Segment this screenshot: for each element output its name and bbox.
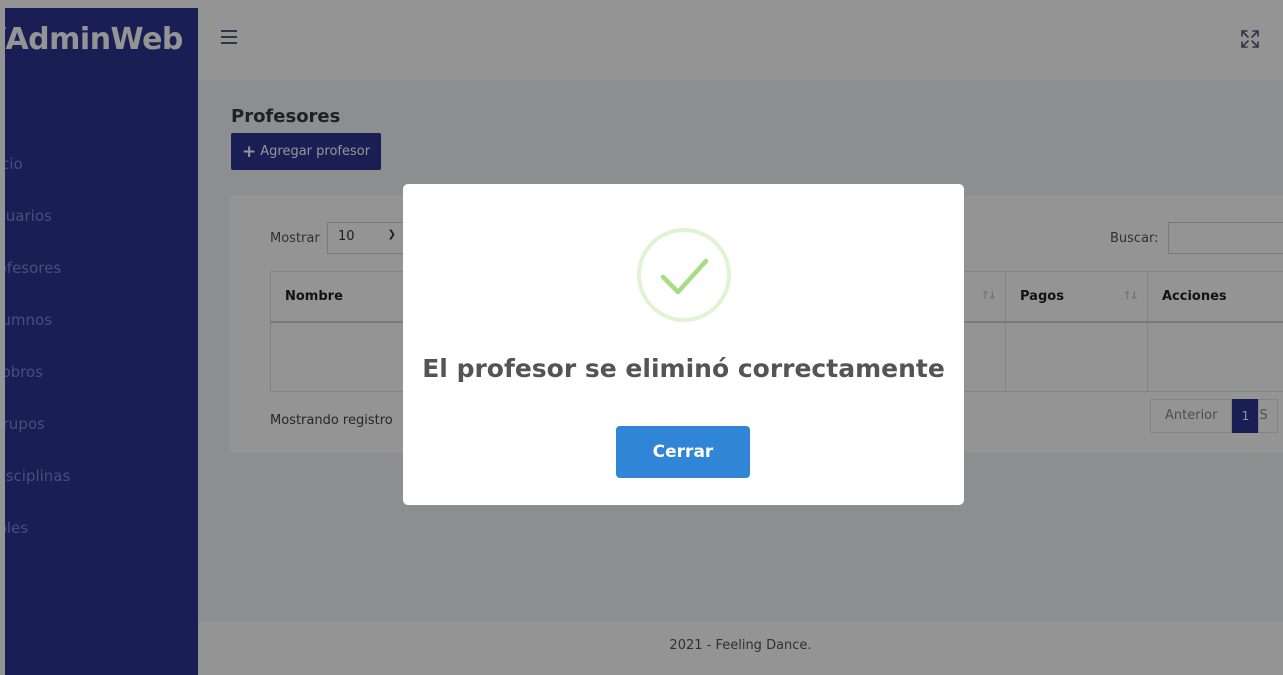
success-modal: El profesor se eliminó correctamente Cer… [403,184,964,505]
modal-title: El profesor se eliminó correctamente [422,354,945,383]
close-button[interactable]: Cerrar [616,426,750,478]
app: /AdminWeb Inicio Usuarios Profesores Alu… [0,0,1283,675]
check-icon [636,227,732,323]
